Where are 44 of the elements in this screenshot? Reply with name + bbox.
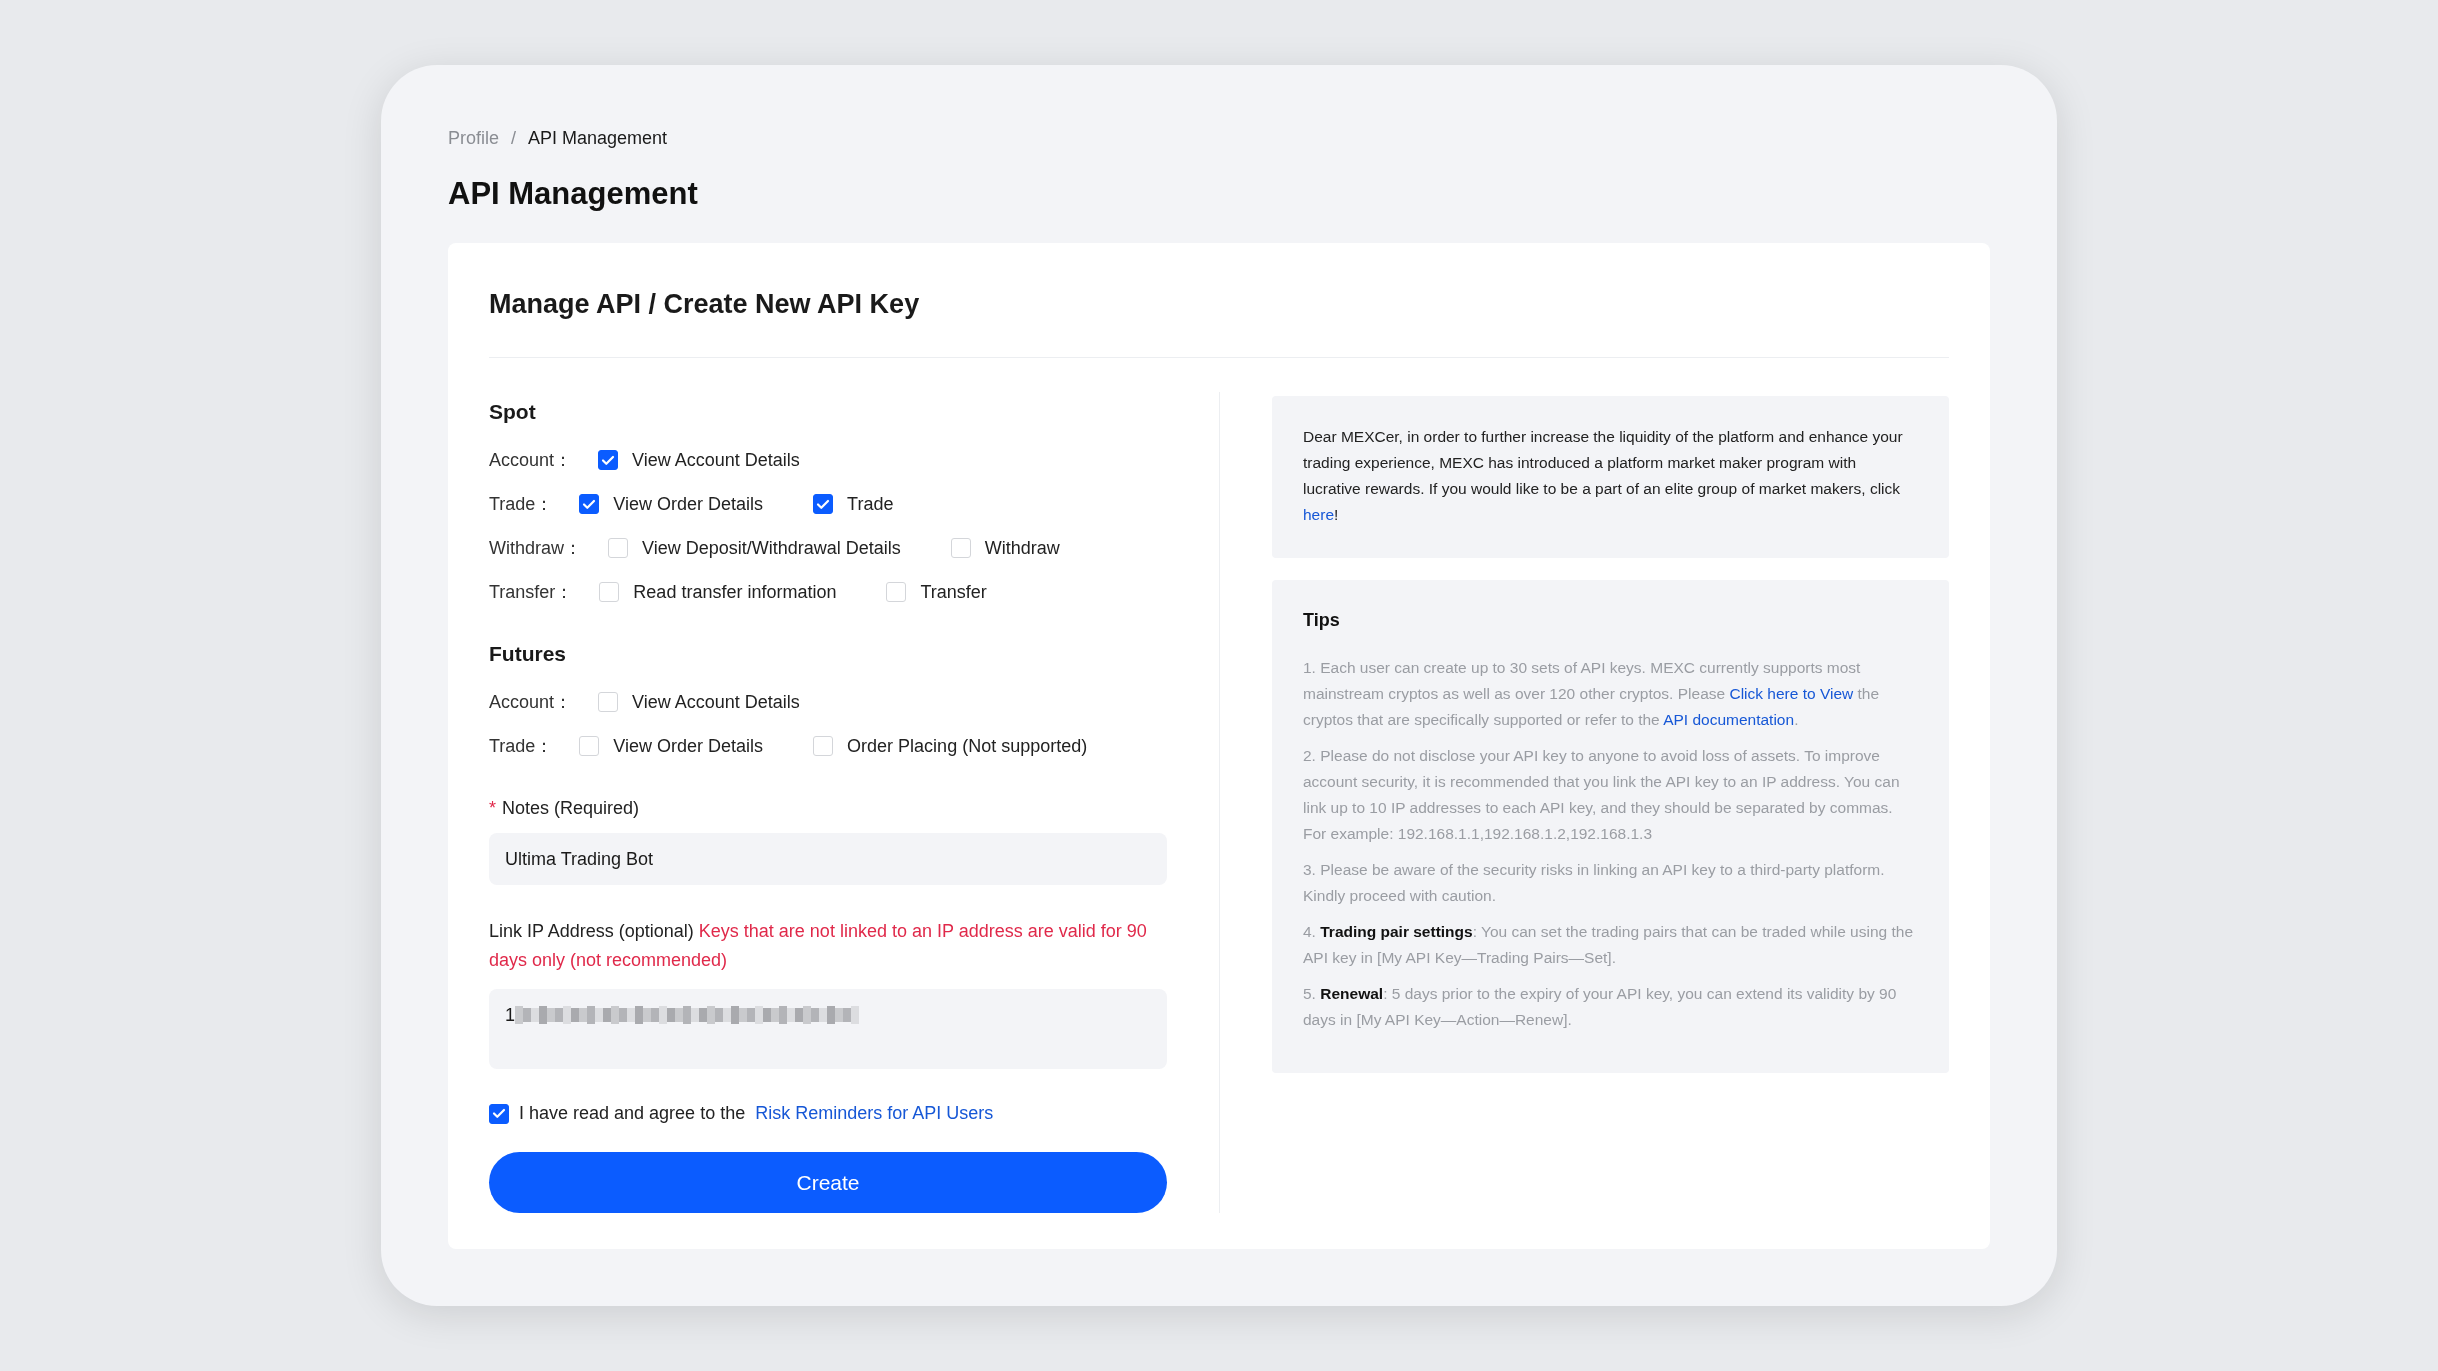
permission-label: Account： [489, 691, 573, 714]
checkbox-label: Trade [847, 493, 894, 515]
tip-text: 2. Please do not disclose your API key to anyone to avoid loss of assets. To improve account security, it is recommended that you link the API key to an IP address. You can link up to 10 IP addresses to each API key, and they should be separated by commas. For example: 192.168.1.1,192.168.1.2,192.168.1.3 [1303, 746, 1901, 844]
checkbox-label: Transfer [920, 581, 987, 603]
section-title: Futures [489, 641, 567, 667]
page-title: API Management [448, 175, 699, 213]
risk-reminders-link[interactable]: Risk Reminders for API Users [755, 1103, 994, 1124]
checkbox-label: View Account Details [632, 691, 800, 713]
tip-link[interactable]: Click here to View [1729, 685, 1854, 702]
checkbox[interactable] [579, 494, 600, 514]
permission-label: Trade： [489, 493, 554, 516]
breadcrumb-link[interactable]: Profile [448, 127, 500, 149]
ip-field-label: Link IP Address (optional) Keys that are not linked to an IP address are valid for 90 days only (not recommended) [489, 920, 1148, 972]
required-mark: * [489, 798, 496, 819]
checkbox-label: View Account Details [632, 449, 800, 471]
checkbox-label: Withdraw [984, 537, 1060, 559]
breadcrumb-link[interactable]: API Management [528, 127, 668, 149]
tip-text: 4. Trading pair settings: You can set the trading pairs that can be traded while using the API key in [My API Key—Trading Pairs—Set]. [1303, 922, 1914, 968]
tip-link[interactable]: API documentation [1663, 711, 1795, 728]
checkbox[interactable] [813, 494, 834, 514]
notes-input[interactable]: Ultima Trading Bot [489, 833, 1167, 885]
permission-label: Transfer： [489, 581, 574, 604]
permission-label: Withdraw： [489, 537, 582, 560]
checkbox[interactable] [489, 1103, 509, 1124]
checkbox-label: View Order Details [613, 735, 764, 757]
field-label: Notes (Required) [502, 798, 640, 819]
tip-text: 3. Please be aware of the security risks in linking an API key to a third-party platform. Kindly proceed with caution. [1303, 860, 1886, 906]
breadcrumb-separator: / [511, 127, 517, 149]
checkbox-label: View Deposit/Withdrawal Details [642, 537, 901, 559]
section-title: Spot [489, 399, 537, 425]
checkbox-label: Order Placing (Not supported) [847, 735, 1088, 757]
permission-label: Account： [489, 449, 573, 472]
tip-text: 5. Renewal: 5 days prior to the expiry of your API key, you can extend its validity by 90 days in [My API Key—Action—Renew]. [1303, 984, 1898, 1030]
agreement-text: I have read and agree to the [519, 1103, 746, 1124]
card-title: Manage API / Create New API Key [489, 288, 921, 321]
checkbox-label: View Order Details [613, 493, 764, 515]
tips-title: Tips [1303, 610, 1341, 631]
ip-address-input[interactable]: 1 [489, 989, 1167, 1069]
permission-label: Trade： [489, 735, 554, 758]
tip-text: 1. Each user can create up to 30 sets of API keys. MEXC currently supports most mainstream cryptos as well as over 120 other cryptos. Please Click here to View the cryptos that are specifically supported or refer to the API documentation. [1303, 658, 1881, 730]
promo-text: Dear MEXCer, in order to further increase the liquidity of the platform and enhance your trading experience, MEXC has introduced a platform market maker program with lucrative rewards. If you would like to be a part of an elite group of market makers, click here! [1303, 427, 1904, 525]
checkbox[interactable] [598, 450, 619, 470]
checkbox-label: Read transfer information [633, 581, 837, 603]
create-button[interactable]: Create [489, 1152, 1167, 1213]
